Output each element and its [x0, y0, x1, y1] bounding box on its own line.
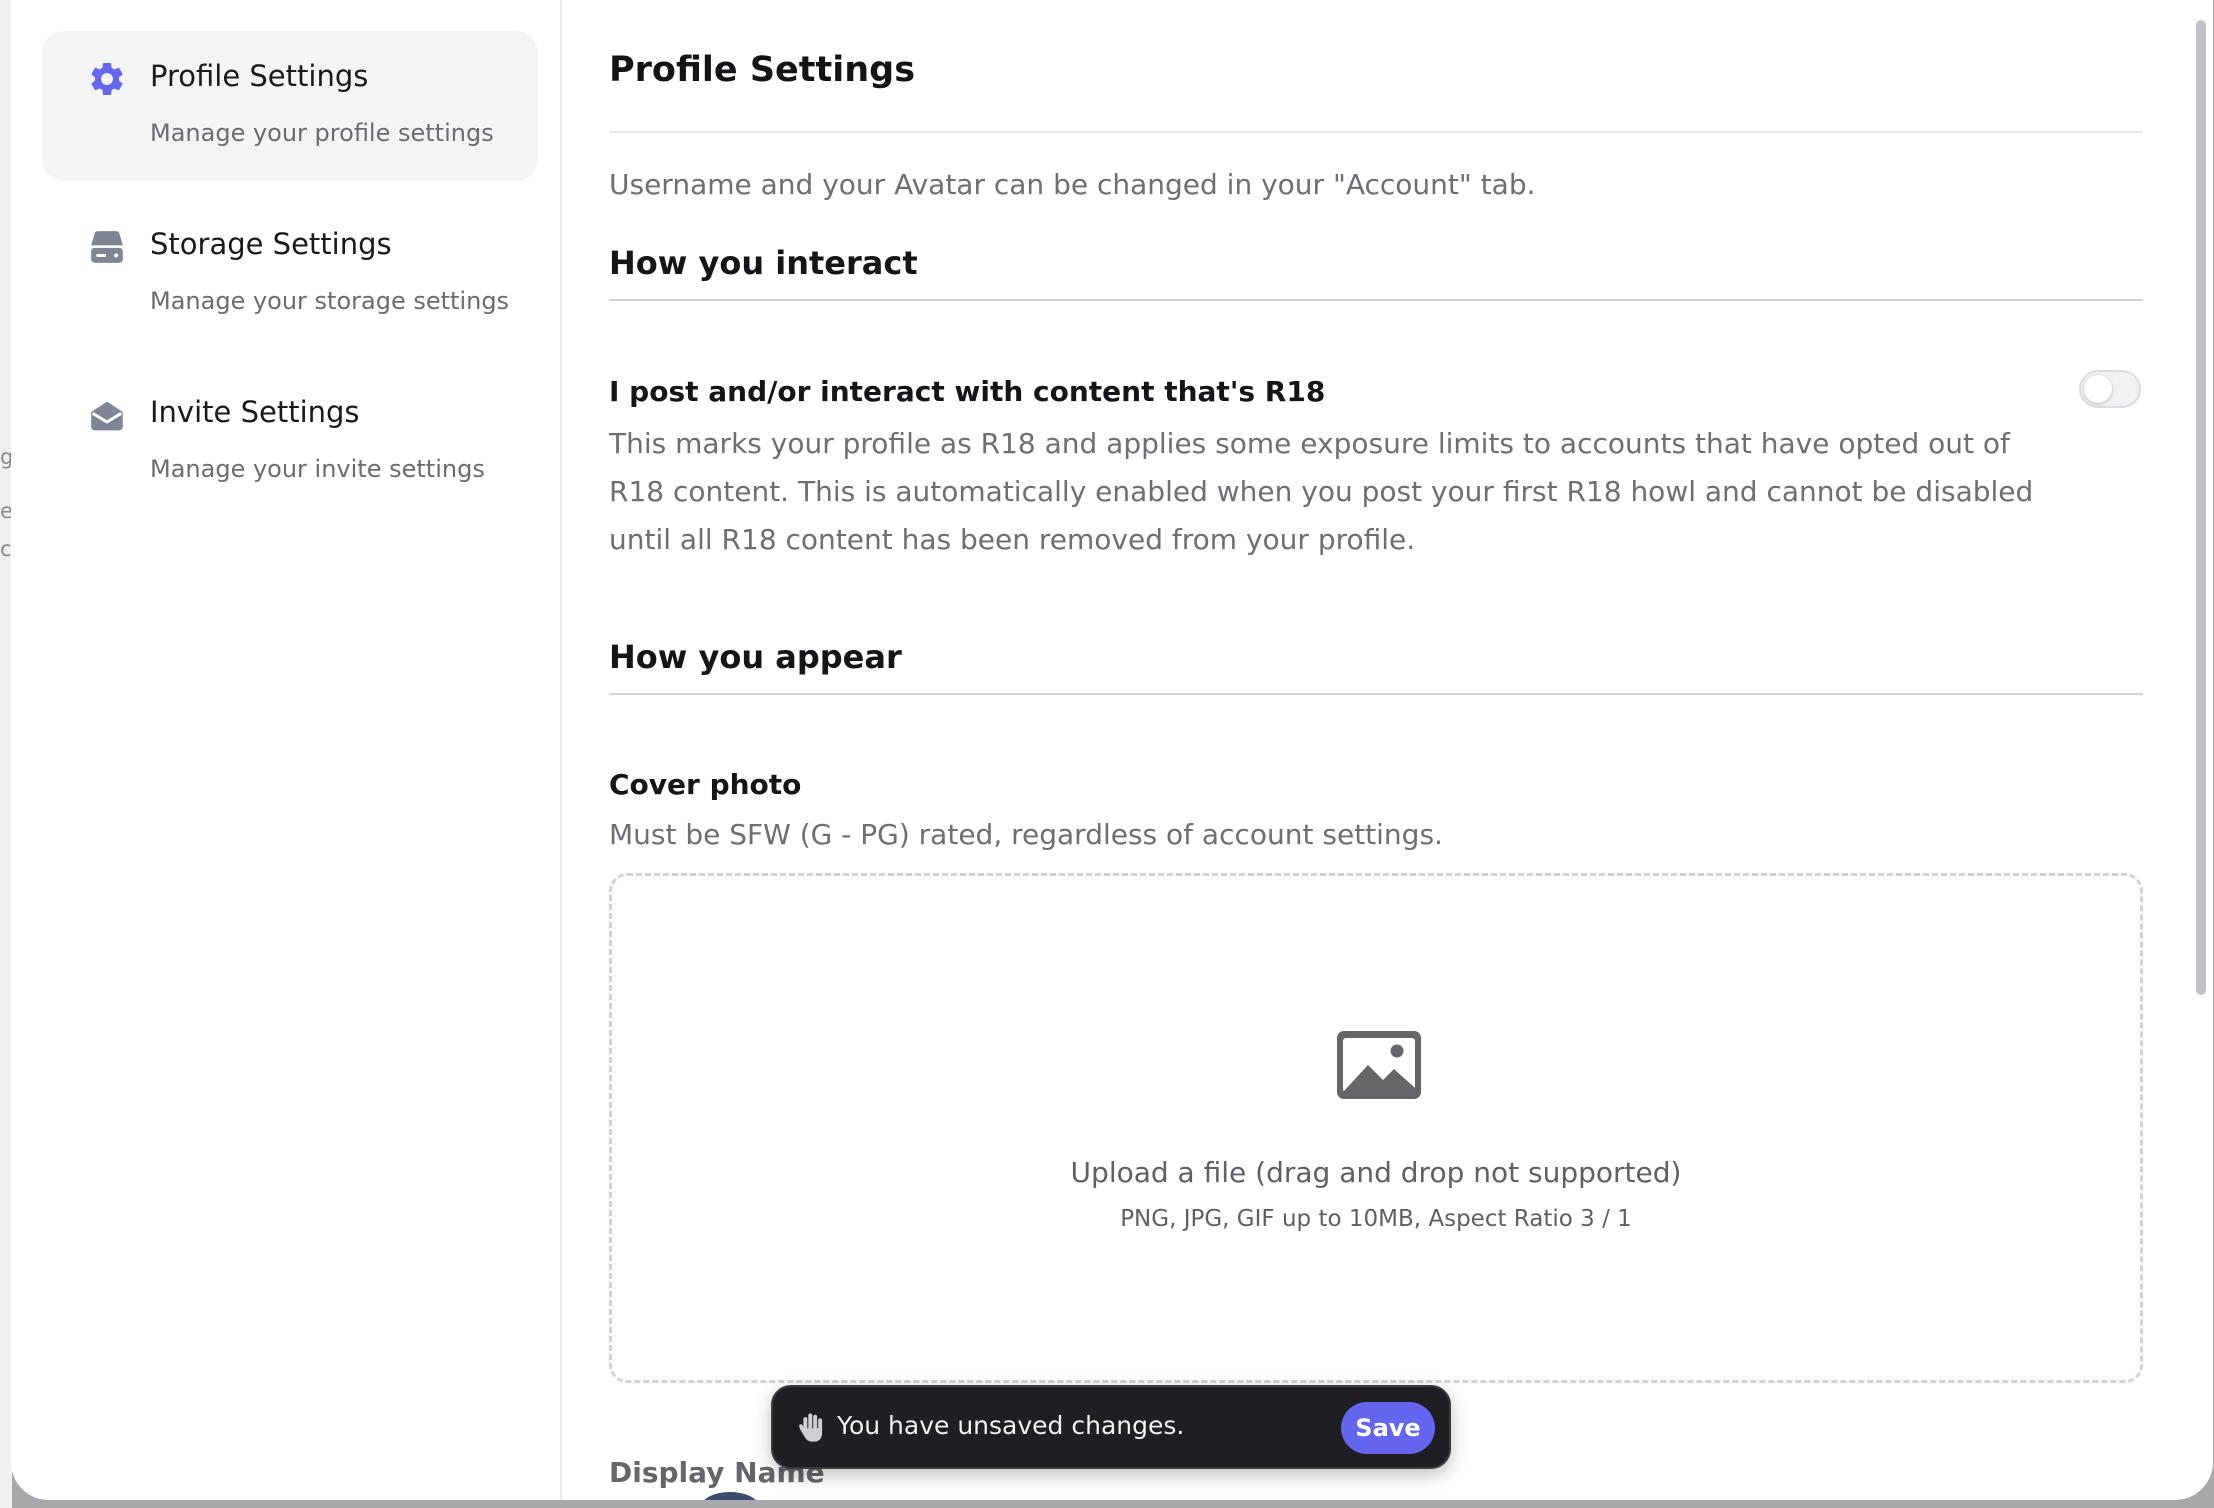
sidebar-item-subtitle: Manage your invite settings [150, 455, 485, 483]
sidebar-item-storage-settings[interactable]: Storage Settings Manage your storage set… [42, 199, 538, 349]
settings-content: Profile Settings Username and your Avata… [609, 0, 2143, 1500]
r18-description: This marks your profile as R18 and appli… [609, 427, 2034, 556]
backdrop-text: c [0, 537, 12, 561]
upload-hint: PNG, JPG, GIF up to 10MB, Aspect Ratio 3… [1120, 1206, 1632, 1232]
divider [609, 131, 2143, 133]
cover-photo-note: Must be SFW (G - PG) rated, regardless o… [609, 818, 1443, 851]
sidebar-item-invite-settings[interactable]: Invite Settings Manage your invite setti… [42, 367, 538, 517]
avatar [701, 1492, 759, 1500]
cover-photo-label: Cover photo [609, 768, 802, 801]
sidebar-item-title: Profile Settings [150, 59, 369, 93]
page-title: Profile Settings [609, 50, 916, 90]
sidebar-item-profile-settings[interactable]: Profile Settings Manage your profile set… [42, 31, 538, 181]
upload-title: Upload a file (drag and drop not support… [1070, 1156, 1682, 1189]
envelope-open-icon [91, 401, 123, 431]
image-icon [1337, 1031, 1421, 1099]
divider [609, 299, 2143, 301]
sidebar-item-subtitle: Manage your profile settings [150, 119, 494, 147]
r18-label: I post and/or interact with content that… [609, 375, 1326, 408]
section-heading-interact: How you interact [609, 244, 918, 282]
account-note: Username and your Avatar can be changed … [609, 168, 1536, 201]
save-button[interactable]: Save [1341, 1402, 1435, 1454]
hard-drive-icon [91, 231, 123, 263]
cover-photo-dropzone[interactable]: Upload a file (drag and drop not support… [609, 873, 2143, 1383]
section-heading-appear: How you appear [609, 638, 902, 676]
unsaved-changes-toast: You have unsaved changes. Save [771, 1385, 1451, 1469]
hand-icon [799, 1413, 823, 1442]
toggle-knob [2084, 375, 2112, 403]
settings-modal: Profile Settings Manage your profile set… [11, 0, 2213, 1500]
sidebar-item-title: Storage Settings [150, 227, 392, 261]
settings-sidebar: Profile Settings Manage your profile set… [11, 0, 562, 1500]
toast-message: You have unsaved changes. [837, 1411, 1185, 1440]
divider [609, 693, 2143, 695]
gear-icon [91, 63, 123, 95]
r18-toggle[interactable] [2079, 370, 2141, 408]
scrollbar-thumb[interactable] [2196, 20, 2206, 995]
sidebar-item-subtitle: Manage your storage settings [150, 287, 510, 315]
sidebar-item-title: Invite Settings [150, 395, 360, 429]
